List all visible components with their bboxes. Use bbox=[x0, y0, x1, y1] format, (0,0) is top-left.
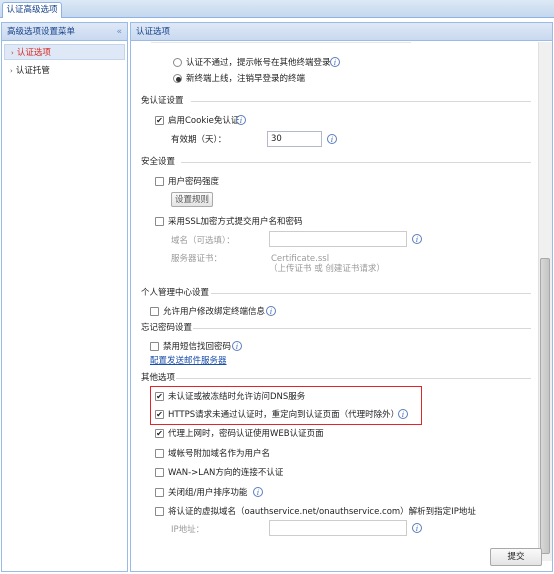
sms-recovery-checkbox[interactable] bbox=[150, 342, 159, 351]
ssl-label: 采用SSL加密方式提交用户名和密码 bbox=[168, 217, 303, 227]
info-icon[interactable]: i bbox=[412, 523, 422, 533]
info-icon[interactable]: i bbox=[327, 134, 337, 144]
info-icon[interactable]: i bbox=[253, 487, 263, 497]
left-panel-header: 高级选项设置菜单 « bbox=[2, 23, 127, 41]
section-title-personal: 个人管理中心设置 bbox=[141, 288, 210, 298]
ip-address-label: IP地址： bbox=[171, 525, 205, 535]
ip-address-input[interactable] bbox=[269, 520, 407, 536]
section-title-cookie: 免认证设置 bbox=[141, 96, 184, 106]
nav-item-auth-hosting[interactable]: › 认证托管 bbox=[4, 63, 125, 79]
allow-bind-label: 允许用户修改绑定终端信息 bbox=[163, 307, 266, 317]
radio-logout-early-label: 新终端上线，注销早登录的终端 bbox=[186, 74, 306, 84]
section-divider bbox=[211, 293, 531, 294]
set-rules-button[interactable]: 设置规则 bbox=[171, 192, 213, 207]
wan-lan-label: WAN->LAN方向的连接不认证 bbox=[168, 468, 284, 478]
virtual-domain-label: 将认证的虚拟域名（oauthservice.net/onauthservice.… bbox=[168, 507, 476, 517]
cert-upload-hint[interactable]: （上传证书 或 创建证书请求） bbox=[269, 263, 385, 275]
right-panel-header: 认证选项 bbox=[131, 23, 552, 41]
proxy-web-auth-label: 代理上网时，密码认证使用WEB认证页面 bbox=[168, 429, 324, 439]
tab-strip: 认证高级选项 bbox=[0, 0, 554, 18]
scrolled-cut-line bbox=[151, 42, 411, 43]
cert-label: 服务器证书： bbox=[171, 254, 223, 264]
info-icon[interactable]: i bbox=[330, 57, 340, 67]
scrollbar-thumb[interactable] bbox=[540, 258, 550, 554]
ssl-checkbox[interactable] bbox=[155, 217, 164, 226]
password-strength-label: 用户密码强度 bbox=[168, 177, 220, 187]
tab-auth-advanced-options[interactable]: 认证高级选项 bbox=[2, 2, 62, 18]
left-menu-panel: 高级选项设置菜单 « › 认证选项 › 认证托管 bbox=[1, 22, 128, 572]
allow-bind-checkbox[interactable] bbox=[150, 307, 159, 316]
validity-days-input[interactable]: 30 bbox=[267, 131, 322, 147]
proxy-web-auth-checkbox[interactable]: ✔ bbox=[155, 429, 164, 438]
domain-suffix-checkbox[interactable] bbox=[155, 449, 164, 458]
info-icon[interactable]: i bbox=[232, 341, 242, 351]
settings-content: 认证不通过，提示帐号在其他终端登录 i 新终端上线，注销早登录的终端 免认证设置… bbox=[131, 42, 538, 561]
nav-item-label: 认证选项 bbox=[16, 48, 51, 58]
section-divider bbox=[191, 101, 531, 102]
cookie-label: 启用Cookie免认证 bbox=[168, 116, 240, 126]
right-settings-panel: 认证选项 认证不通过，提示帐号在其他终端登录 i 新终端上线，注销早登录的终端 … bbox=[130, 22, 553, 572]
section-divider bbox=[181, 162, 531, 163]
section-title-forgot: 忘记密码设置 bbox=[141, 323, 193, 333]
wan-lan-checkbox[interactable] bbox=[155, 468, 164, 477]
password-strength-checkbox[interactable] bbox=[155, 177, 164, 186]
nav-item-auth-options[interactable]: › 认证选项 bbox=[4, 44, 125, 60]
sort-disable-label: 关闭组/用户排序功能 bbox=[168, 488, 248, 498]
info-icon[interactable]: i bbox=[412, 234, 422, 244]
highlight-box bbox=[150, 386, 422, 425]
sms-recovery-label: 禁用短信找回密码 bbox=[163, 342, 232, 352]
info-icon[interactable]: i bbox=[236, 115, 246, 125]
domain-suffix-label: 域帐号附加域名作为用户名 bbox=[168, 449, 271, 459]
caret-right-icon: › bbox=[11, 49, 14, 57]
radio-reject-login-label: 认证不通过，提示帐号在其他终端登录 bbox=[186, 58, 331, 68]
domain-input[interactable] bbox=[269, 231, 407, 247]
virtual-domain-checkbox[interactable] bbox=[155, 507, 164, 516]
caret-right-icon: › bbox=[10, 67, 13, 75]
cookie-checkbox[interactable]: ✔ bbox=[155, 116, 164, 125]
info-icon[interactable]: i bbox=[266, 306, 276, 316]
nav-item-label: 认证托管 bbox=[15, 66, 50, 76]
collapse-icon[interactable]: « bbox=[116, 23, 122, 41]
validity-label: 有效期（天）： bbox=[171, 135, 227, 145]
section-title-security: 安全设置 bbox=[141, 157, 176, 167]
section-divider bbox=[176, 378, 531, 379]
submit-button[interactable]: 提交 bbox=[490, 548, 542, 566]
radio-reject-login[interactable] bbox=[173, 58, 182, 67]
mail-server-link[interactable]: 配置发送邮件服务器 bbox=[150, 355, 227, 367]
left-panel-title: 高级选项设置菜单 bbox=[7, 27, 76, 37]
radio-logout-early[interactable] bbox=[173, 74, 182, 83]
section-divider bbox=[193, 328, 531, 329]
domain-label: 域名（可选填）： bbox=[171, 236, 235, 246]
right-panel-title: 认证选项 bbox=[136, 27, 171, 37]
sort-disable-checkbox[interactable] bbox=[155, 488, 164, 497]
section-title-other: 其他选项 bbox=[141, 373, 176, 383]
